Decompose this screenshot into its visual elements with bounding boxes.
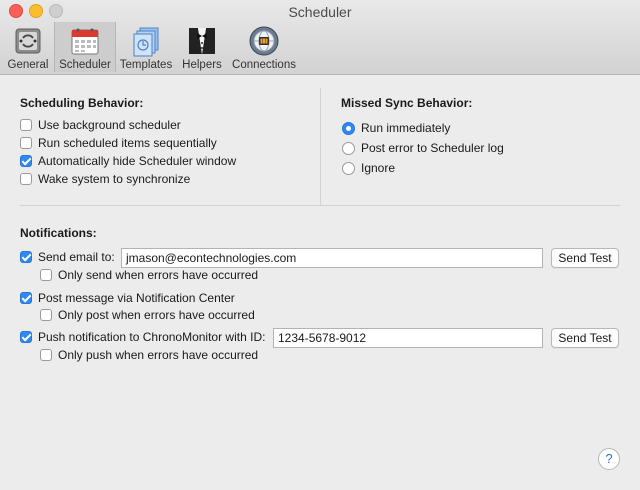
option-label: Push notification to ChronoMonitor with … [38,330,266,344]
option-label: Post error to Scheduler log [361,141,504,155]
scheduling-behavior-heading: Scheduling Behavior: [20,96,144,110]
push-only-errors-checkbox[interactable] [40,349,52,361]
ignore-option[interactable]: Ignore [342,159,395,177]
tuxedo-helper-icon [189,28,215,54]
section-divider-vertical [320,88,321,206]
missed-sync-heading: Missed Sync Behavior: [341,96,473,110]
send-email-option[interactable]: Send email to: [20,248,115,266]
connections-globe-icon [249,26,279,56]
auto-hide-window-option[interactable]: Automatically hide Scheduler window [20,152,236,170]
run-immediately-option[interactable]: Run immediately [342,119,450,137]
option-label: Use background scheduler [38,118,181,132]
send-email-checkbox[interactable] [20,251,32,263]
email-only-errors-checkbox[interactable] [40,269,52,281]
auto-hide-window-checkbox[interactable] [20,155,32,167]
section-divider-horizontal [20,205,620,206]
tab-templates[interactable]: Templates [117,22,175,72]
option-label: Only send when errors have occurred [58,268,259,282]
tab-label: Connections [232,59,296,71]
use-background-scheduler-checkbox[interactable] [20,119,32,131]
toolbar: Scheduler General Scheduler Templates He… [0,0,640,75]
wake-system-option[interactable]: Wake system to synchronize [20,170,190,188]
option-label: Wake system to synchronize [38,172,191,186]
option-label: Only post when errors have occurred [58,308,255,322]
tab-label: General [7,59,49,71]
nc-only-errors-checkbox[interactable] [40,309,52,321]
send-test-push-button[interactable]: Send Test [551,328,619,348]
tab-label: Scheduler [59,59,111,71]
push-notification-checkbox[interactable] [20,331,32,343]
option-label: Send email to: [38,250,115,264]
post-error-radio[interactable] [342,141,355,155]
option-label: Run immediately [361,121,451,135]
tab-label: Templates [119,59,173,71]
notification-center-option[interactable]: Post message via Notification Center [20,289,235,307]
post-error-option[interactable]: Post error to Scheduler log [342,139,504,157]
general-switch-icon [15,28,41,54]
templates-icon [133,27,159,57]
notification-center-checkbox[interactable] [20,292,32,304]
wake-system-checkbox[interactable] [20,173,32,185]
window-title: Scheduler [288,4,352,20]
tab-connections[interactable]: Connections [229,22,299,72]
chronomonitor-id-field[interactable]: 1234-5678-9012 [273,328,543,348]
calendar-icon [71,28,99,55]
help-button[interactable]: ? [598,448,620,470]
run-sequentially-option[interactable]: Run scheduled items sequentially [20,134,217,152]
email-address-field[interactable]: jmason@econtechnologies.com [121,248,543,268]
tab-general[interactable]: General [5,22,51,72]
send-test-email-button[interactable]: Send Test [551,248,619,268]
option-label: Ignore [361,161,396,175]
option-label: Run scheduled items sequentially [38,136,217,150]
email-only-errors-option[interactable]: Only send when errors have occurred [40,266,258,284]
run-immediately-radio[interactable] [342,121,355,135]
scheduler-preferences-window: Scheduler General Scheduler Templates He… [0,0,640,490]
option-label: Automatically hide Scheduler window [38,154,237,168]
use-background-scheduler-option[interactable]: Use background scheduler [20,116,181,134]
tab-scheduler[interactable]: Scheduler [54,22,116,72]
run-sequentially-checkbox[interactable] [20,137,32,149]
ignore-radio[interactable] [342,161,355,175]
notifications-heading: Notifications: [20,226,97,240]
tab-label: Helpers [182,59,222,71]
nc-only-errors-option[interactable]: Only post when errors have occurred [40,306,255,324]
tab-helpers[interactable]: Helpers [178,22,226,72]
option-label: Post message via Notification Center [38,291,235,305]
push-notification-option[interactable]: Push notification to ChronoMonitor with … [20,328,265,346]
push-only-errors-option[interactable]: Only push when errors have occurred [40,346,258,364]
scheduler-pane: Scheduling Behavior: Use background sche… [0,75,640,490]
option-label: Only push when errors have occurred [58,348,259,362]
